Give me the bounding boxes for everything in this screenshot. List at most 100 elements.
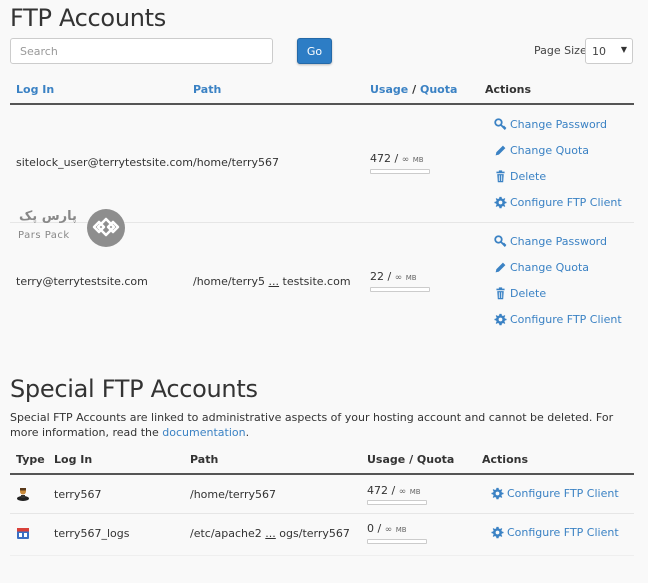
special-column-header-actions: Actions [482, 453, 528, 466]
special-accounts-title: Special FTP Accounts [10, 375, 258, 403]
usage-progress-bar [367, 500, 427, 505]
path-expand-ellipsis[interactable]: ... [269, 275, 280, 288]
page-size-select[interactable]: 10 ▼ [585, 38, 633, 64]
path-cell: /home/terry567 [193, 156, 279, 169]
column-header-quota[interactable]: Quota [420, 83, 457, 96]
parspack-watermark: پارس پک Pars Pack [17, 209, 127, 249]
column-header-usage[interactable]: Usage [370, 83, 408, 96]
change-password-link[interactable]: Change Password [494, 235, 607, 248]
configure-ftp-client-label: Configure FTP Client [507, 487, 619, 500]
description-end: . [245, 426, 250, 439]
special-column-header-type: Type [16, 453, 45, 466]
configure-ftp-client-link[interactable]: Configure FTP Client [494, 196, 622, 209]
watermark-text-en: Pars Pack [18, 230, 70, 241]
special-column-header-login: Log In [54, 453, 93, 466]
column-header-login[interactable]: Log In [16, 83, 54, 96]
delete-link[interactable]: Delete [494, 287, 546, 300]
trash-icon [496, 170, 505, 183]
search-input[interactable] [10, 38, 273, 64]
usage-progress-bar [370, 287, 430, 292]
change-quota-label: Change Quota [510, 144, 590, 157]
delete-link[interactable]: Delete [494, 170, 546, 183]
usage-unit: MB [412, 156, 424, 164]
gear-icon [494, 313, 507, 326]
usage-unit: MB [395, 526, 407, 534]
row-divider [10, 555, 634, 556]
special-accounts-description: Special FTP Accounts are linked to admin… [10, 410, 630, 440]
key-icon [494, 235, 507, 248]
pencil-icon [495, 262, 506, 273]
column-header-actions: Actions [485, 83, 531, 96]
usage-value: 472 [367, 484, 388, 497]
change-password-label: Change Password [510, 118, 607, 131]
user-icon [17, 488, 29, 501]
change-quota-link[interactable]: Change Quota [494, 144, 589, 157]
page-size-value: 10 [592, 45, 606, 58]
documentation-link[interactable]: documentation [162, 426, 245, 439]
go-button[interactable]: Go [297, 38, 332, 64]
usage-unit: MB [409, 488, 421, 496]
configure-ftp-client-label: Configure FTP Client [510, 313, 622, 326]
pencil-icon [495, 145, 506, 156]
delete-label: Delete [510, 287, 547, 300]
login-cell: terry567 [54, 488, 102, 501]
usage-cell: 22 / ∞ MB [370, 270, 417, 283]
usage-cell: 472 / ∞ MB [367, 484, 421, 497]
change-quota-label: Change Quota [510, 261, 590, 274]
change-quota-link[interactable]: Change Quota [494, 261, 589, 274]
column-header-path[interactable]: Path [193, 83, 221, 96]
parspack-logo-icon [87, 209, 125, 247]
special-table-header-divider [10, 473, 634, 475]
path-start: /home/terry567 [193, 156, 280, 169]
quota-value: ∞ [401, 155, 410, 165]
usage-cell: 472 / ∞ MB [370, 152, 424, 165]
path-end: testsite.com [282, 275, 351, 288]
path-start: /home/terry5 [193, 275, 266, 288]
configure-ftp-client-label: Configure FTP Client [507, 526, 619, 539]
column-header-separator: / [412, 83, 417, 96]
login-cell: terry@terrytestsite.com [16, 275, 148, 288]
special-column-header-usage-quota: Usage / Quota [367, 453, 455, 466]
gear-icon [491, 487, 504, 500]
page-size-label: Page Size [534, 44, 587, 57]
quota-value: ∞ [384, 525, 393, 535]
delete-label: Delete [510, 170, 547, 183]
path-cell: /home/terry5 ... testsite.com [193, 275, 351, 288]
usage-cell: 0 / ∞ MB [367, 522, 407, 535]
usage-value: 0 [367, 522, 374, 535]
path-cell: /home/terry567 [190, 488, 276, 501]
logs-calendar-icon [17, 528, 29, 539]
table-header-divider [10, 103, 634, 105]
row-divider [10, 513, 634, 514]
gear-icon [491, 526, 504, 539]
quota-value: ∞ [398, 487, 407, 497]
usage-progress-bar [367, 539, 427, 544]
path-start: /etc/apache2 [190, 527, 262, 540]
usage-value: 22 [370, 270, 384, 283]
configure-ftp-client-link[interactable]: Configure FTP Client [491, 526, 619, 539]
login-cell: terry567_logs [54, 527, 130, 540]
key-icon [494, 118, 507, 131]
path-cell: /etc/apache2 ... ogs/terry567 [190, 527, 350, 540]
login-cell: sitelock_user@terrytestsite.com [16, 156, 193, 169]
description-text: Special FTP Accounts are linked to admin… [10, 411, 614, 439]
configure-ftp-client-label: Configure FTP Client [510, 196, 622, 209]
usage-unit: MB [405, 274, 417, 282]
usage-progress-bar [370, 169, 430, 174]
trash-icon [496, 287, 505, 300]
change-password-link[interactable]: Change Password [494, 118, 607, 131]
special-column-header-path: Path [190, 453, 219, 466]
column-header-usage-quota: Usage / Quota [370, 83, 457, 96]
chevron-down-icon: ▼ [620, 45, 627, 54]
change-password-label: Change Password [510, 235, 607, 248]
path-expand-ellipsis[interactable]: ... [265, 527, 276, 540]
page-title: FTP Accounts [10, 4, 166, 32]
usage-value: 472 [370, 152, 391, 165]
quota-value: ∞ [394, 273, 403, 283]
configure-ftp-client-link[interactable]: Configure FTP Client [494, 313, 622, 326]
watermark-text-fa: پارس پک [19, 209, 77, 224]
gear-icon [494, 196, 507, 209]
path-end: ogs/terry567 [279, 527, 350, 540]
path-start: /home/terry567 [190, 488, 277, 501]
configure-ftp-client-link[interactable]: Configure FTP Client [491, 487, 619, 500]
